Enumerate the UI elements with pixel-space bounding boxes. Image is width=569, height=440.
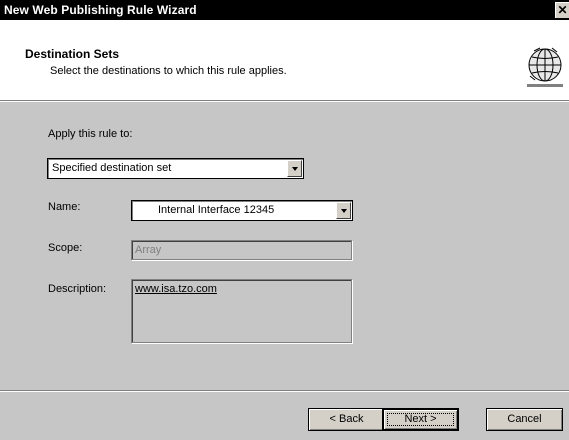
apply-rule-label: Apply this rule to: xyxy=(48,128,133,140)
description-value: www.isa.tzo.com xyxy=(135,283,217,295)
description-field: www.isa.tzo.com xyxy=(131,279,352,343)
name-label: Name: xyxy=(48,201,81,213)
close-icon[interactable]: ✕ xyxy=(555,2,569,18)
chevron-down-icon[interactable] xyxy=(336,202,351,219)
apply-rule-dropdown[interactable]: Specified destination set xyxy=(47,158,304,179)
header-divider xyxy=(0,101,569,102)
window-title: New Web Publishing Rule Wizard xyxy=(4,3,197,17)
scope-value: Array xyxy=(135,244,162,256)
back-button[interactable]: < Back xyxy=(308,408,385,431)
next-button[interactable]: Next > xyxy=(382,408,459,431)
description-label: Description: xyxy=(48,283,107,295)
page-title: Destination Sets xyxy=(25,47,120,61)
title-bar[interactable]: New Web Publishing Rule Wizard ✕ xyxy=(0,0,569,20)
wizard-header: Destination Sets Select the destinations… xyxy=(0,20,569,101)
destination-set-dropdown[interactable]: Internal Interface 12345 xyxy=(131,200,353,221)
wizard-window: New Web Publishing Rule Wizard ✕ Destina… xyxy=(0,0,569,440)
page-subtitle: Select the destinations to which this ru… xyxy=(50,65,287,77)
apply-rule-value: Specified destination set xyxy=(52,162,172,174)
globe-icon xyxy=(527,47,563,87)
destination-set-value: Internal Interface 12345 xyxy=(158,204,275,216)
scope-field: Array xyxy=(131,240,352,260)
cancel-button[interactable]: Cancel xyxy=(486,408,563,431)
scope-label: Scope: xyxy=(48,242,83,254)
chevron-down-icon[interactable] xyxy=(287,160,302,177)
